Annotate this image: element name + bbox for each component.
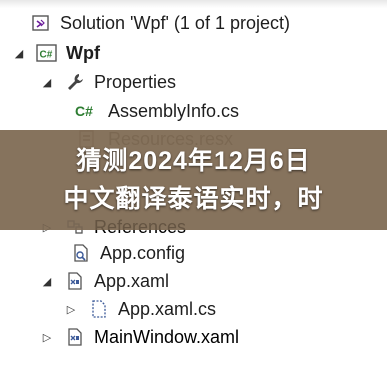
xaml-file-icon [64,326,86,348]
tree-item-mainwindow-bottom[interactable]: ▷ MainWindow.xaml [0,322,387,352]
overlay-line-1: 猜测2024年12月6日 [76,147,311,175]
collapsed-arrow-icon[interactable]: ▷ [40,330,54,344]
overlay-banner-top: 猜测2024年12月6日 中文翻译泰语实时，时 [0,130,387,230]
overlay-line-2: 中文翻译泰语实时，时 [63,185,324,213]
tree-item-label: MainWindow.xaml [94,327,240,347]
